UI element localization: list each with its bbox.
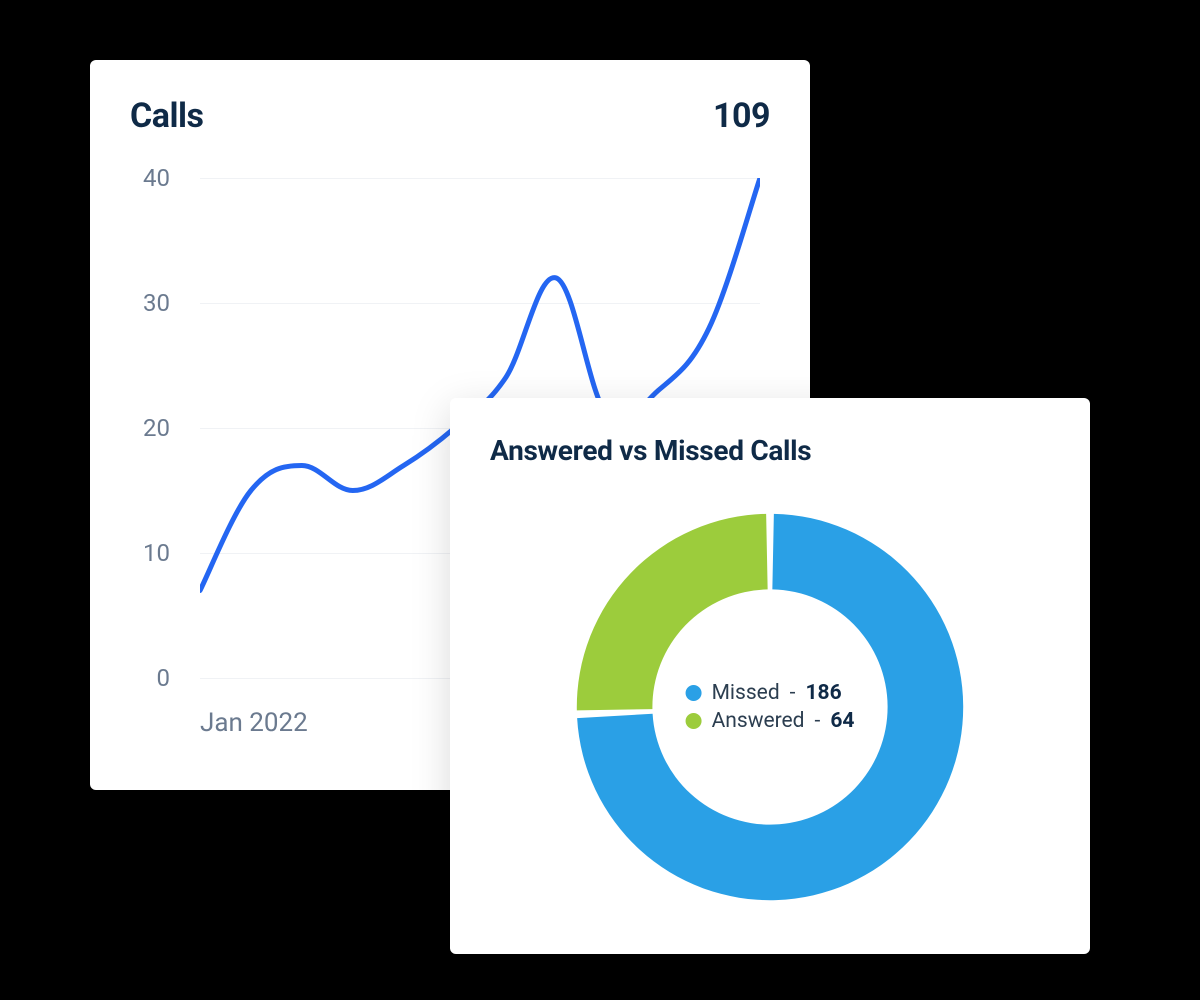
y-tick: 0	[157, 664, 171, 692]
legend-sep: -	[815, 709, 821, 733]
calls-title: Calls	[130, 96, 203, 136]
legend-value: 64	[830, 709, 854, 733]
donut-legend: Missed - 186 Answered - 64	[686, 677, 855, 737]
answered-missed-card: Answered vs Missed Calls Missed - 186 An…	[450, 398, 1090, 954]
calls-total: 109	[713, 96, 770, 136]
donut-wrap: Missed - 186 Answered - 64	[490, 497, 1050, 917]
y-axis: 40 30 20 10 0	[130, 178, 190, 678]
calls-header: Calls 109	[130, 96, 770, 136]
legend-row-answered: Answered - 64	[686, 709, 855, 733]
y-tick: 10	[143, 539, 170, 567]
legend-dot-icon	[686, 713, 702, 729]
legend-label: Answered	[712, 709, 805, 733]
donut-title: Answered vs Missed Calls	[490, 434, 1050, 467]
y-tick: 40	[143, 164, 170, 192]
legend-row-missed: Missed - 186	[686, 681, 855, 705]
legend-dot-icon	[686, 685, 702, 701]
x-axis-label: Jan 2022	[200, 708, 308, 738]
y-tick: 20	[143, 414, 170, 442]
legend-sep: -	[790, 681, 796, 705]
legend-value: 186	[805, 681, 841, 705]
y-tick: 30	[143, 289, 170, 317]
legend-label: Missed	[712, 681, 780, 705]
